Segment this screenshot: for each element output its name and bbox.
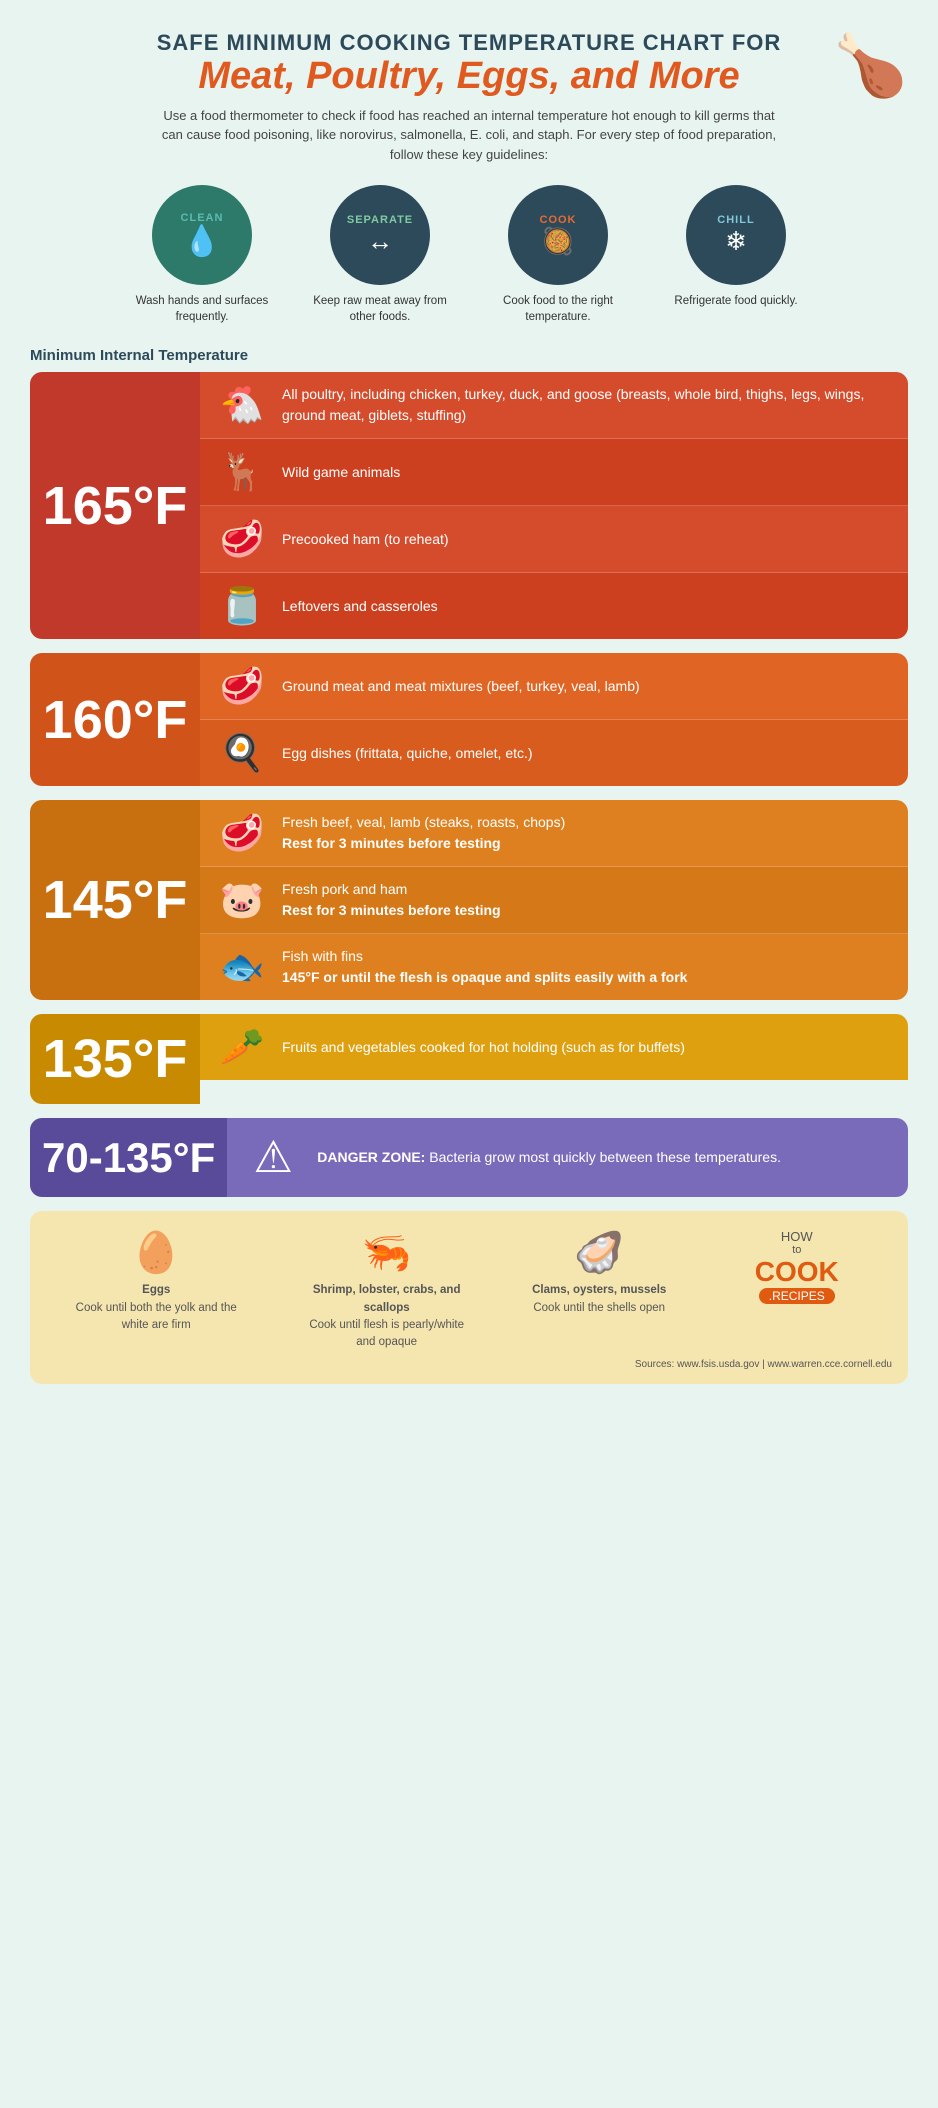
guideline-separate: SEPARATE ↔ Keep raw meat away from other… [300, 185, 460, 325]
temp-left-danger: 70-135°F [30, 1118, 227, 1197]
shrimp-icon: 🦐 [362, 1229, 412, 1276]
bottom-item-eggs: 🥚 Eggs Cook until both the yolk and the … [71, 1229, 241, 1334]
bottom-items-row: 🥚 Eggs Cook until both the yolk and the … [46, 1229, 892, 1351]
bottom-item-clams: 🦪 Clams, oysters, mussels Cook until the… [532, 1229, 666, 1317]
guideline-chill: CHILL ❄ Refrigerate food quickly. [656, 185, 816, 325]
ham-icon: 🥩 [216, 518, 268, 560]
temp-right-160: 🥩 Ground meat and meat mixtures (beef, t… [200, 653, 908, 786]
beef-icon: 🥩 [216, 812, 268, 854]
vegetables-icon: 🥕 [216, 1026, 268, 1068]
temp-value-135: 135°F [43, 1032, 188, 1086]
bottom-section: 🥚 Eggs Cook until both the yolk and the … [30, 1211, 908, 1384]
guideline-cook: COOK 🥘 Cook food to the right temperatur… [478, 185, 638, 325]
temp-section-145: 145°F 🥩 Fresh beef, veal, lamb (steaks, … [30, 800, 908, 1000]
temp-row-text-165-4: Leftovers and casseroles [282, 596, 438, 617]
guideline-clean: CLEAN 💧 Wash hands and surfaces frequent… [122, 185, 282, 325]
temp-row-145-2: 🐷 Fresh pork and ham Rest for 3 minutes … [200, 867, 908, 934]
header-description: Use a food thermometer to check if food … [159, 106, 779, 165]
brand-how-label: HOW [781, 1229, 813, 1244]
temp-left-135: 135°F [30, 1014, 200, 1104]
chicken-icon: 🍗 [833, 30, 908, 101]
temp-section-160: 160°F 🥩 Ground meat and meat mixtures (b… [30, 653, 908, 786]
separate-icon: ↔ [367, 226, 393, 257]
temp-section-danger: 70-135°F ⚠ DANGER ZONE: Bacteria grow mo… [30, 1118, 908, 1197]
pork-icon: 🐷 [216, 879, 268, 921]
temp-row-145-3: 🐟 Fish with fins 145°F or until the fles… [200, 934, 908, 1000]
temp-left-145: 145°F [30, 800, 200, 1000]
danger-text: DANGER ZONE: Bacteria grow most quickly … [317, 1147, 781, 1168]
temp-row-160-2: 🍳 Egg dishes (frittata, quiche, omelet, … [200, 720, 908, 786]
temp-row-text-145-2: Fresh pork and ham Rest for 3 minutes be… [282, 879, 501, 921]
temp-row-text-165-3: Precooked ham (to reheat) [282, 529, 449, 550]
eggs-icon: 🥚 [131, 1229, 181, 1276]
temp-row-text-145-3: Fish with fins 145°F or until the flesh … [282, 946, 687, 988]
temp-left-165: 165°F [30, 372, 200, 639]
casserole-icon: 🫙 [216, 585, 268, 627]
clams-icon: 🦪 [574, 1229, 624, 1276]
temp-row-text-160-1: Ground meat and meat mixtures (beef, tur… [282, 676, 640, 697]
brand-recipes-label: .RECIPES [759, 1288, 835, 1304]
warning-icon: ⚠ [243, 1132, 303, 1183]
separate-label: SEPARATE [347, 214, 413, 226]
temp-right-135: 🥕 Fruits and vegetables cooked for hot h… [200, 1014, 908, 1104]
temp-row-text-160-2: Egg dishes (frittata, quiche, omelet, et… [282, 743, 533, 764]
brand-box: HOW to COOK .RECIPES [727, 1229, 867, 1304]
brand-cook-label: COOK [755, 1256, 839, 1288]
clean-desc: Wash hands and surfaces frequently. [122, 293, 282, 325]
temp-row-text-135-1: Fruits and vegetables cooked for hot hol… [282, 1037, 685, 1058]
chill-label: CHILL [717, 214, 754, 226]
ground-meat-icon: 🥩 [216, 665, 268, 707]
temp-row-165-3: 🥩 Precooked ham (to reheat) [200, 506, 908, 573]
clean-icon: 💧 [183, 224, 220, 259]
deer-icon: 🦌 [216, 451, 268, 493]
header-title-main: Meat, Poultry, Eggs, and More [30, 56, 908, 98]
temp-row-165-2: 🦌 Wild game animals [200, 439, 908, 506]
page: SAFE MINIMUM COOKING TEMPERATURE CHART F… [0, 0, 938, 1404]
sources: Sources: www.fsis.usda.gov | www.warren.… [46, 1359, 892, 1370]
bottom-item-eggs-text: Eggs Cook until both the yolk and the wh… [71, 1282, 241, 1334]
temp-value-danger: 70-135°F [42, 1137, 215, 1179]
egg-dish-icon: 🍳 [216, 732, 268, 774]
clean-circle: CLEAN 💧 [152, 185, 252, 285]
chill-desc: Refrigerate food quickly. [674, 293, 797, 309]
temp-section-165: 165°F 🐔 All poultry, including chicken, … [30, 372, 908, 639]
danger-row: ⚠ DANGER ZONE: Bacteria grow most quickl… [227, 1118, 908, 1197]
cook-icon: 🥘 [542, 226, 574, 257]
temp-row-text-145-1: Fresh beef, veal, lamb (steaks, roasts, … [282, 812, 565, 854]
temp-row-160-1: 🥩 Ground meat and meat mixtures (beef, t… [200, 653, 908, 720]
poultry-icon: 🐔 [216, 384, 268, 426]
fish-icon: 🐟 [216, 946, 268, 988]
section-label: Minimum Internal Temperature [30, 347, 908, 364]
separate-circle: SEPARATE ↔ [330, 185, 430, 285]
temp-right-145: 🥩 Fresh beef, veal, lamb (steaks, roasts… [200, 800, 908, 1000]
chill-circle: CHILL ❄ [686, 185, 786, 285]
temp-section-135: 135°F 🥕 Fruits and vegetables cooked for… [30, 1014, 908, 1104]
cook-circle: COOK 🥘 [508, 185, 608, 285]
temp-value-160: 160°F [43, 693, 188, 747]
temp-right-165: 🐔 All poultry, including chicken, turkey… [200, 372, 908, 639]
brand-to-label: to [792, 1244, 801, 1256]
temp-right-danger: ⚠ DANGER ZONE: Bacteria grow most quickl… [227, 1118, 908, 1197]
chill-icon: ❄ [725, 226, 747, 257]
bottom-item-shrimp: 🦐 Shrimp, lobster, crabs, and scallops C… [302, 1229, 472, 1351]
cook-label: COOK [540, 214, 577, 226]
temp-row-165-4: 🫙 Leftovers and casseroles [200, 573, 908, 639]
cook-desc: Cook food to the right temperature. [478, 293, 638, 325]
guidelines-row: CLEAN 💧 Wash hands and surfaces frequent… [30, 185, 908, 325]
header: SAFE MINIMUM COOKING TEMPERATURE CHART F… [30, 20, 908, 185]
header-title-top: SAFE MINIMUM COOKING TEMPERATURE CHART F… [30, 30, 908, 56]
temp-row-165-1: 🐔 All poultry, including chicken, turkey… [200, 372, 908, 439]
bottom-item-shrimp-text: Shrimp, lobster, crabs, and scallops Coo… [302, 1282, 472, 1351]
temp-row-135-1: 🥕 Fruits and vegetables cooked for hot h… [200, 1014, 908, 1080]
temp-row-145-1: 🥩 Fresh beef, veal, lamb (steaks, roasts… [200, 800, 908, 867]
temp-value-165: 165°F [43, 479, 188, 533]
temp-row-text-165-2: Wild game animals [282, 462, 400, 483]
bottom-item-clams-text: Clams, oysters, mussels Cook until the s… [532, 1282, 666, 1317]
separate-desc: Keep raw meat away from other foods. [300, 293, 460, 325]
clean-label: CLEAN [181, 212, 224, 224]
temp-value-145: 145°F [43, 873, 188, 927]
temp-row-text-165-1: All poultry, including chicken, turkey, … [282, 384, 892, 426]
temp-left-160: 160°F [30, 653, 200, 786]
